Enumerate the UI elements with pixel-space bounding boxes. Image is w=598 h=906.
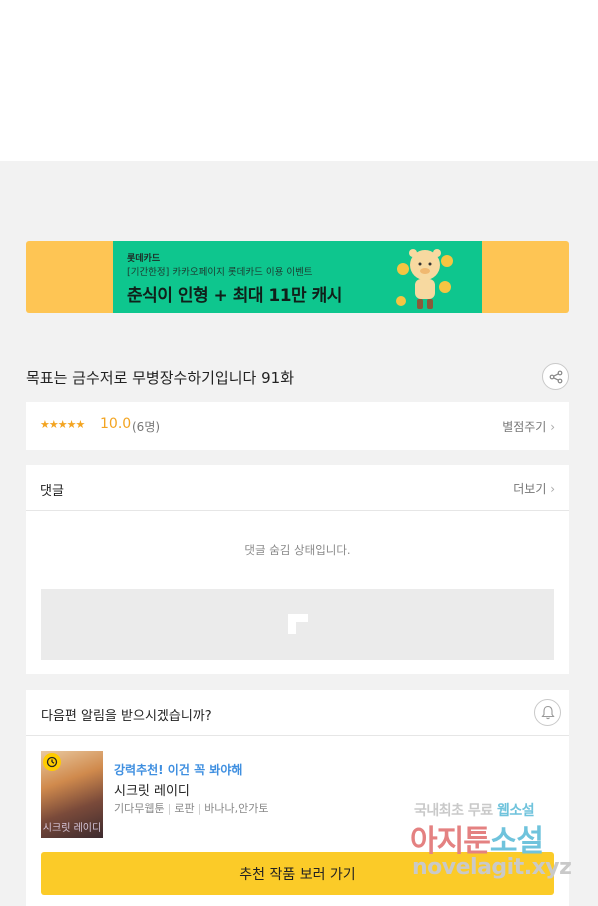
more-comments-button[interactable]: 더보기 ›	[513, 480, 555, 497]
rating-card: ★★★★★ 10.0 (6명) 별점주기 ›	[26, 402, 569, 450]
recommend-label: 강력추천! 이건 꼭 봐야해	[114, 763, 243, 777]
chevron-right-icon: ›	[550, 482, 555, 496]
clock-icon	[46, 756, 58, 768]
rating-count: (6명)	[132, 420, 161, 434]
thumbnail-title-text: 시크릿 레이디	[42, 823, 102, 834]
work-type: 기다무웹툰	[114, 802, 165, 815]
top-content-area	[0, 0, 598, 161]
recommended-work-thumbnail[interactable]: 시크릿 레이디	[41, 751, 103, 838]
ad-placeholder	[41, 589, 554, 660]
wait-free-badge	[43, 753, 61, 771]
next-episode-header: 다음편 알림을 받으시겠습니까?	[26, 690, 569, 736]
comment-header: 댓글 더보기 ›	[26, 465, 569, 511]
bell-icon	[540, 705, 555, 720]
recommended-work-meta: 기다무웹툰 | 로판 | 바나나,안가토	[114, 802, 269, 815]
placeholder-icon	[288, 614, 308, 634]
comment-card: 댓글 더보기 › 댓글 숨김 상태입니다.	[26, 465, 569, 674]
character-illustration	[396, 249, 453, 309]
episode-title: 목표는 금수저로 무병장수하기입니다 91화	[26, 369, 294, 387]
work-genre: 로판	[174, 802, 195, 815]
notification-bell-button[interactable]	[534, 699, 561, 726]
rating-score: 10.0	[100, 416, 132, 432]
banner-headline: 춘식이 인형 + 최대 11만 캐시	[127, 286, 342, 306]
work-authors: 바나나,안가토	[204, 802, 269, 815]
rate-button[interactable]: 별점주기 ›	[502, 418, 555, 435]
more-comments-label: 더보기	[513, 482, 547, 496]
banner-subtitle: [기간한정] 카카오페이지 롯데카드 이용 이벤트	[127, 267, 313, 278]
share-button[interactable]	[542, 363, 569, 390]
share-icon	[549, 370, 562, 383]
go-to-recommended-button[interactable]: 추천 작품 보러 가기	[41, 852, 554, 895]
comments-hidden-message: 댓글 숨김 상태입니다.	[244, 543, 351, 557]
comment-title: 댓글	[40, 484, 64, 499]
promo-banner-inner: 롯데카드 [기간한정] 카카오페이지 롯데카드 이용 이벤트 춘식이 인형 + …	[113, 241, 482, 313]
next-episode-card: 다음편 알림을 받으시겠습니까? 시크릿 레이디 강력추천! 이건 꼭 봐야해 …	[26, 690, 569, 906]
banner-brand: 롯데카드	[127, 254, 161, 264]
rate-button-label: 별점주기	[502, 420, 547, 434]
chevron-right-icon: ›	[550, 420, 555, 434]
rating-stars: ★★★★★	[40, 418, 85, 431]
recommended-work-title[interactable]: 시크릿 레이디	[114, 780, 190, 799]
promo-banner[interactable]: 롯데카드 [기간한정] 카카오페이지 롯데카드 이용 이벤트 춘식이 인형 + …	[26, 241, 569, 313]
next-episode-question: 다음편 알림을 받으시겠습니까?	[41, 709, 212, 724]
